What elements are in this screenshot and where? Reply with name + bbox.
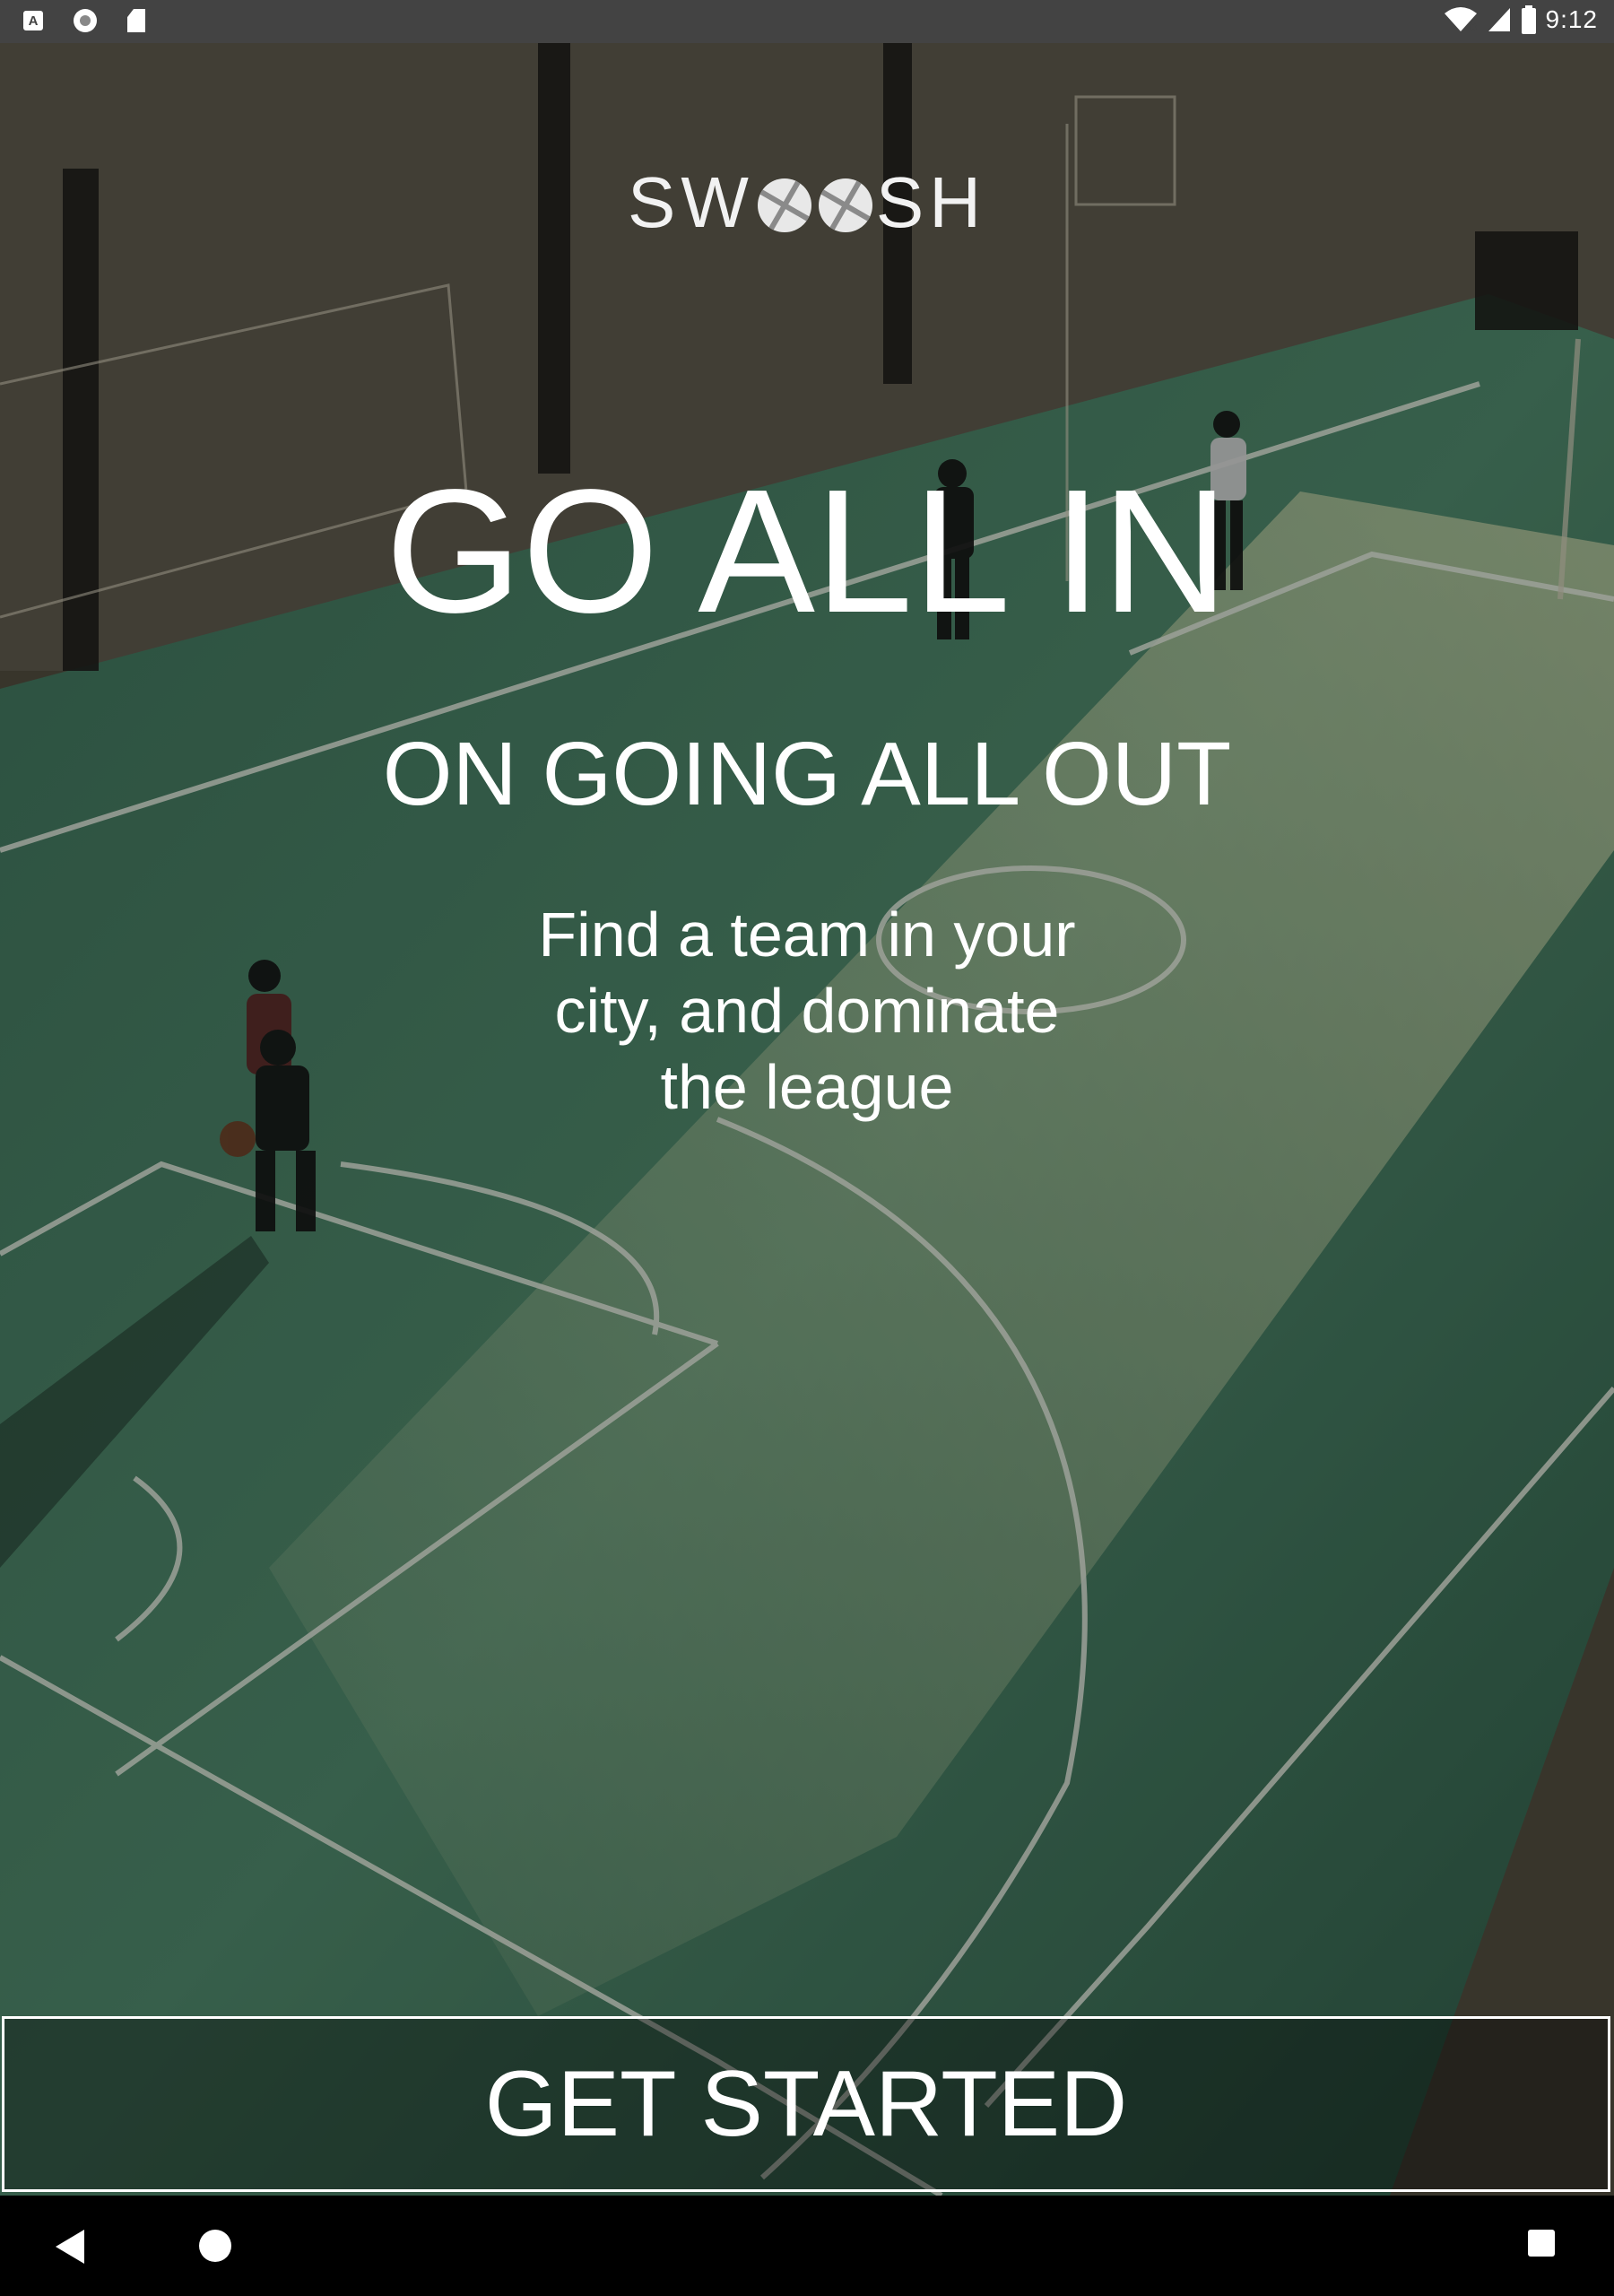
logo-text-suffix: SH — [875, 162, 986, 242]
basketball-icon — [757, 178, 811, 232]
status-bar: A 9:12 — [0, 0, 1614, 43]
navigation-bar — [0, 2196, 1614, 2296]
circle-icon — [74, 9, 97, 32]
a-icon: A — [23, 11, 43, 30]
status-bar-left: A — [23, 9, 145, 32]
basketball-icon — [818, 178, 872, 232]
hero-tagline: Find a team in your city, and dominate t… — [538, 900, 1076, 1122]
back-icon[interactable] — [56, 2230, 84, 2264]
sd-card-icon — [127, 9, 145, 32]
get-started-button[interactable]: GET STARTED — [2, 2016, 1610, 2192]
status-time: 9:12 — [1545, 5, 1598, 33]
hero-headline: GO ALL IN — [385, 453, 1229, 649]
wifi-icon — [1444, 7, 1477, 31]
battery-icon — [1521, 5, 1536, 34]
signal-icon — [1488, 8, 1510, 31]
swoosh-logo: SW SH — [0, 161, 1614, 244]
app-screen: A 9:12 SW SH GO ALL IN ON GOING ALL OUT … — [0, 0, 1614, 2296]
hero-subheadline: ON GOING ALL OUT — [382, 724, 1232, 824]
logo-text-prefix: SW — [627, 162, 754, 242]
recents-icon[interactable] — [1528, 2230, 1555, 2257]
status-bar-right: 9:12 — [1444, 5, 1599, 34]
home-icon[interactable] — [199, 2230, 231, 2262]
